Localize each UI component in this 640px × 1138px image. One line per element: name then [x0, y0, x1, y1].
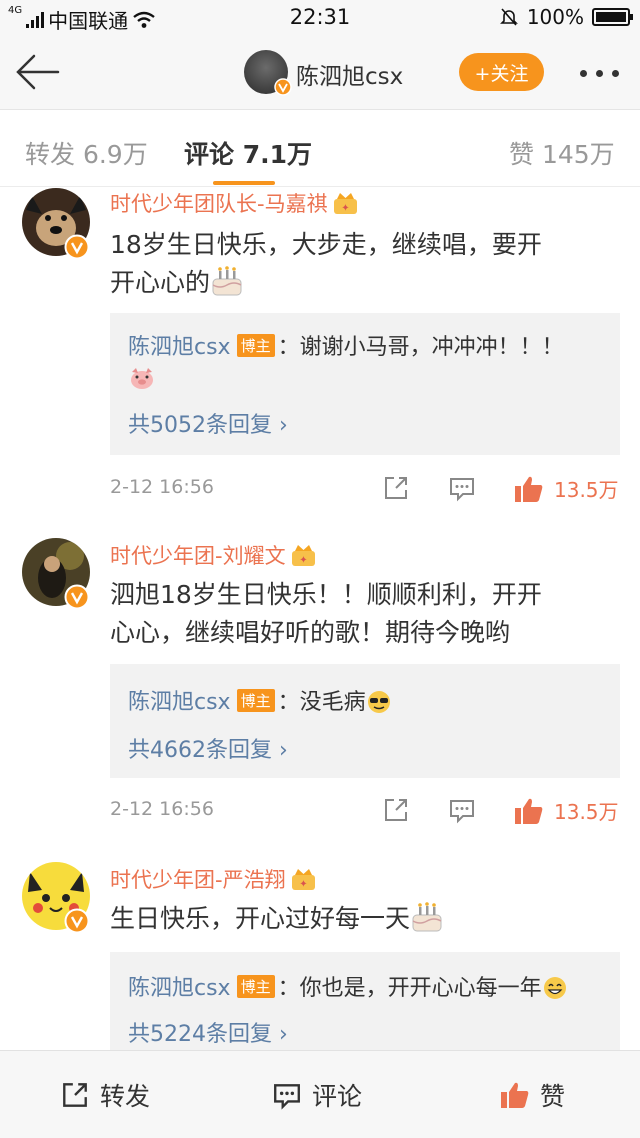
battery-percent: 100% — [526, 5, 584, 29]
comment-time: 2-12 16:56 — [110, 798, 214, 820]
active-tab-indicator — [213, 181, 275, 185]
svg-text:✦: ✦ — [299, 555, 307, 566]
comment-author[interactable]: 时代少年团队长-马嘉祺 ✦ — [110, 188, 359, 218]
view-replies-link[interactable]: 共5052条回复 › — [128, 407, 288, 439]
repost-label: 转发 — [100, 1082, 151, 1111]
reply-author[interactable]: 陈泗旭csx — [128, 976, 231, 1001]
comment-item: 时代少年团-严浩翔 ✦ 生日快乐，开心过好每一天 陈泗旭csx 博主 ：你也是，开开心… — [0, 860, 640, 1050]
thumbs-up-icon — [515, 798, 543, 824]
user-avatar[interactable] — [244, 50, 292, 96]
pig-emoji-icon — [131, 368, 153, 389]
cake-emoji-icon — [212, 266, 242, 296]
comment-author[interactable]: 时代少年团-严浩翔 ✦ — [110, 864, 317, 894]
back-arrow-icon[interactable] — [14, 52, 60, 92]
reply-text: ：谢谢小马哥，冲冲冲！！！ — [277, 335, 564, 360]
reply-box[interactable]: 陈泗旭csx 博主 ：谢谢小马哥，冲冲冲！！！ 共5052条回复 › — [110, 313, 620, 455]
comment-item: 时代少年团队长-马嘉祺 ✦ 18岁生日快乐，大步走，继续唱，要开 开心心的 陈泗旭… — [0, 188, 640, 518]
view-replies-link[interactable]: 共5224条回复 › — [128, 1016, 288, 1048]
verified-badge-icon — [64, 234, 90, 260]
comment-label: 评论 — [312, 1082, 363, 1111]
status-bar: 4G 中国联通 22:31 100% — [0, 0, 640, 34]
like-count: 13.5万 — [554, 800, 619, 824]
comment-time: 2-12 16:56 — [110, 476, 214, 498]
comment-text-line: 18岁生日快乐，大步走，继续唱，要开 — [110, 230, 542, 259]
reply-preview: 陈泗旭csx 博主 ：没毛病 — [128, 684, 392, 716]
tab-comments[interactable]: 评论 7.1万 — [184, 135, 312, 171]
page-title[interactable]: 陈泗旭csx — [296, 57, 403, 91]
comment-button[interactable]: 评论 — [272, 1077, 362, 1113]
comment-meta: 2-12 16:56 13.5万 — [110, 796, 620, 826]
comment-text-line: 生日快乐，开心过好每一天 — [110, 904, 411, 933]
battery-icon — [592, 8, 633, 26]
comment-text-line: 心心，继续唱好听的歌！期待今晚哟 — [110, 618, 511, 647]
verified-badge-icon — [64, 908, 90, 934]
comment-author-name[interactable]: 时代少年团-刘耀文 — [110, 544, 286, 568]
comment-text-line: 开心心的 — [110, 268, 211, 297]
thumbs-up-icon — [515, 476, 543, 502]
reply-text: ：没毛病 — [277, 690, 366, 715]
comment-text-line: 泗旭18岁生日快乐！！顺顺利利，开开 — [110, 580, 542, 609]
verified-badge-icon — [274, 78, 292, 96]
cake-emoji-icon — [412, 902, 442, 932]
mute-bell-icon — [499, 8, 518, 26]
more-options-icon[interactable] — [580, 70, 619, 77]
like-button[interactable]: 13.5万 — [514, 474, 619, 503]
like-action-button[interactable]: 赞 — [500, 1077, 565, 1113]
comment-text: 泗旭18岁生日快乐！！顺顺利利，开开 心心，继续唱好听的歌！期待今晚哟 — [110, 576, 620, 652]
reply-count-label: 共5052条回复 — [128, 413, 272, 438]
like-count: 13.5万 — [554, 478, 619, 502]
tab-bar: 转发 6.9万 评论 7.1万 赞 145万 — [0, 111, 640, 187]
comment-icon[interactable] — [448, 796, 476, 824]
reply-box[interactable]: 陈泗旭csx 博主 ：没毛病 共4662条回复 › — [110, 664, 620, 778]
comment-author-name[interactable]: 时代少年团-严浩翔 — [110, 868, 286, 892]
host-badge: 博主 — [236, 975, 275, 998]
crown-badge-icon: ✦ — [291, 869, 315, 890]
comment-text: 18岁生日快乐，大步走，继续唱，要开 开心心的 — [110, 226, 620, 302]
nav-header: 陈泗旭csx +关注 — [0, 34, 640, 110]
repost-icon[interactable] — [382, 796, 410, 824]
comment-meta: 2-12 16:56 13.5万 — [110, 474, 620, 504]
chevron-right-icon: › — [279, 738, 288, 763]
comment-author[interactable]: 时代少年团-刘耀文 ✦ — [110, 540, 317, 570]
comment-text: 生日快乐，开心过好每一天 — [110, 900, 620, 938]
cool-emoji-icon — [367, 691, 390, 713]
reply-count-label: 共4662条回复 — [128, 738, 272, 763]
bottom-action-bar: 转发 评论 赞 — [0, 1050, 640, 1138]
svg-text:✦: ✦ — [299, 879, 307, 890]
reply-count-label: 共5224条回复 — [128, 1022, 272, 1047]
repost-icon — [63, 1083, 87, 1107]
repost-button[interactable]: 转发 — [60, 1077, 150, 1113]
crown-badge-icon: ✦ — [333, 193, 357, 214]
host-badge: 博主 — [236, 334, 275, 357]
smile-emoji-icon — [543, 977, 566, 999]
reply-author[interactable]: 陈泗旭csx — [128, 335, 231, 360]
crown-badge-icon: ✦ — [291, 545, 315, 566]
reply-text: ：你也是，开开心心每一年 — [277, 976, 542, 1001]
comment-item: 时代少年团-刘耀文 ✦ 泗旭18岁生日快乐！！顺顺利利，开开 心心，继续唱好听的歌… — [0, 536, 640, 836]
follow-button[interactable]: +关注 — [459, 53, 544, 91]
reply-preview: 陈泗旭csx 博主 ：谢谢小马哥，冲冲冲！！！ — [128, 329, 564, 361]
chevron-right-icon: › — [279, 413, 288, 438]
comment-icon — [274, 1084, 300, 1110]
comment-author-name[interactable]: 时代少年团队长-马嘉祺 — [110, 192, 328, 216]
like-button[interactable]: 13.5万 — [514, 796, 619, 825]
reply-author[interactable]: 陈泗旭csx — [128, 690, 231, 715]
host-badge: 博主 — [236, 689, 275, 712]
view-replies-link[interactable]: 共4662条回复 › — [128, 732, 288, 764]
reply-box[interactable]: 陈泗旭csx 博主 ：你也是，开开心心每一年 共5224条回复 › — [110, 952, 620, 1050]
svg-text:✦: ✦ — [341, 203, 349, 214]
chevron-right-icon: › — [279, 1022, 288, 1047]
thumbs-up-icon — [501, 1082, 529, 1108]
repost-icon[interactable] — [382, 474, 410, 502]
tab-likes[interactable]: 赞 145万 — [509, 135, 615, 171]
verified-badge-icon — [64, 584, 90, 610]
reply-preview: 陈泗旭csx 博主 ：你也是，开开心心每一年 — [128, 970, 568, 1002]
tab-reposts[interactable]: 转发 6.9万 — [25, 135, 148, 171]
like-label: 赞 — [540, 1082, 566, 1111]
comment-icon[interactable] — [448, 474, 476, 502]
